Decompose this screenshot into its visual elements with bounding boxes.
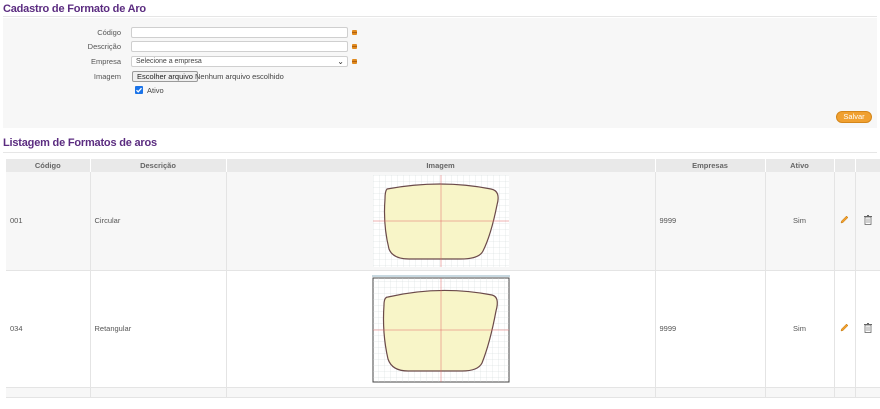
table-header: Código Descrição Imagem Empresas Ativo xyxy=(6,159,880,172)
form-panel: Código Descrição Empresa Selecione a emp… xyxy=(3,18,877,128)
table-row: 034 Retangular 9999 Sim xyxy=(6,270,880,388)
row-imagem xyxy=(226,270,656,388)
title-divider xyxy=(3,16,877,17)
row-ativo: Sim xyxy=(765,172,835,271)
ativo-checkbox[interactable] xyxy=(135,86,143,94)
row-ativo: Sim xyxy=(765,270,835,388)
codigo-label: Código xyxy=(97,27,121,37)
required-icon xyxy=(352,43,357,49)
required-icon xyxy=(352,58,357,64)
pencil-icon[interactable] xyxy=(840,215,849,226)
col-edit xyxy=(834,159,856,172)
required-icon xyxy=(352,29,357,35)
col-descricao: Descrição xyxy=(90,159,227,172)
col-empresas: Empresas xyxy=(655,159,766,172)
form-title: Cadastro de Formato de Aro xyxy=(3,3,146,15)
row-descricao: Circular xyxy=(90,172,227,271)
row-delete-cell xyxy=(855,270,880,388)
row-delete-cell xyxy=(855,172,880,271)
file-status: Nenhum arquivo escolhido xyxy=(195,71,284,81)
codigo-input[interactable] xyxy=(131,26,348,38)
trash-icon[interactable] xyxy=(863,322,872,335)
col-codigo: Código xyxy=(6,159,91,172)
frame-shape-image xyxy=(371,275,510,382)
row-empresas: 9999 xyxy=(655,172,766,271)
descricao-label: Descrição xyxy=(87,41,121,51)
chevron-down-icon: ⌄ xyxy=(337,56,344,66)
row-codigo: 001 xyxy=(6,172,91,271)
col-imagem: Imagem xyxy=(226,159,656,172)
descricao-input[interactable] xyxy=(131,40,348,52)
save-button[interactable]: Salvar xyxy=(836,111,872,123)
empresa-label: Empresa xyxy=(90,56,121,66)
col-delete xyxy=(855,159,880,172)
row-edit-cell xyxy=(834,172,856,271)
empresa-select[interactable]: Selecione a empresa ⌄ xyxy=(131,55,348,67)
row-imagem xyxy=(226,172,656,271)
col-ativo: Ativo xyxy=(765,159,835,172)
listing-title: Listagem de Formatos de aros xyxy=(3,137,157,149)
choose-file-button[interactable]: Escolher arquivo xyxy=(132,70,198,82)
empresa-selected-value: Selecione a empresa xyxy=(136,57,202,65)
frame-shape-image xyxy=(372,174,509,267)
table-row: 001 Circular 9999 Sim xyxy=(6,172,880,271)
imagem-label: Imagem xyxy=(93,71,121,81)
row-codigo: 034 xyxy=(6,270,91,388)
row-descricao: Retangular xyxy=(90,270,227,388)
trash-icon[interactable] xyxy=(863,214,872,227)
pencil-icon[interactable] xyxy=(840,323,849,334)
row-edit-cell xyxy=(834,270,856,388)
listing-table: Código Descrição Imagem Empresas Ativo 0… xyxy=(6,159,880,398)
listing-divider xyxy=(3,152,877,153)
row-empresas: 9999 xyxy=(655,270,766,388)
ativo-label: Ativo xyxy=(147,85,164,95)
table-row-partial xyxy=(6,387,880,398)
